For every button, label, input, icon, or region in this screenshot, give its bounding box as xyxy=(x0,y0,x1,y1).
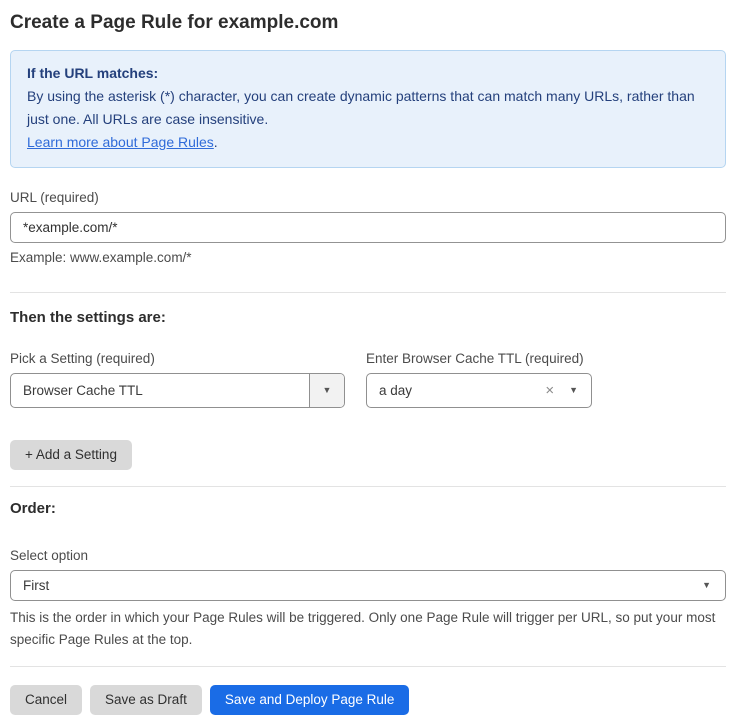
order-helper-text: This is the order in which your Page Rul… xyxy=(10,607,726,651)
url-input[interactable] xyxy=(10,212,726,243)
order-select-label: Select option xyxy=(10,548,726,563)
save-as-draft-button[interactable]: Save as Draft xyxy=(90,685,202,715)
cancel-button[interactable]: Cancel xyxy=(10,685,82,715)
ttl-label: Enter Browser Cache TTL (required) xyxy=(366,351,592,366)
pick-setting-value: Browser Cache TTL xyxy=(11,383,309,398)
order-select[interactable]: First ▼ xyxy=(10,570,726,601)
chevron-down-icon: ▼ xyxy=(702,581,711,590)
pick-setting-caret-segment[interactable]: ▼ xyxy=(309,374,344,407)
url-example-helper: Example: www.example.com/* xyxy=(10,250,726,265)
page-title: Create a Page Rule for example.com xyxy=(10,0,726,34)
chevron-down-icon[interactable]: ▼ xyxy=(569,386,578,395)
learn-more-link[interactable]: Learn more about Page Rules xyxy=(27,134,214,150)
add-setting-button[interactable]: + Add a Setting xyxy=(10,440,132,470)
order-select-value: First xyxy=(11,578,702,593)
page-rule-form: Create a Page Rule for example.com If th… xyxy=(0,0,736,715)
url-field-label: URL (required) xyxy=(10,190,726,205)
pick-setting-label: Pick a Setting (required) xyxy=(10,351,345,366)
settings-row: Pick a Setting (required) Browser Cache … xyxy=(10,351,726,408)
pick-setting-select[interactable]: Browser Cache TTL ▼ xyxy=(10,373,345,408)
info-box-heading: If the URL matches: xyxy=(27,62,709,85)
settings-heading: Then the settings are: xyxy=(10,309,726,326)
chevron-down-icon: ▼ xyxy=(323,386,332,395)
order-heading: Order: xyxy=(10,500,726,517)
divider-footer xyxy=(10,666,726,667)
pick-setting-column: Pick a Setting (required) Browser Cache … xyxy=(10,351,345,408)
url-matches-info-box: If the URL matches: By using the asteris… xyxy=(10,50,726,168)
link-period: . xyxy=(214,134,218,150)
divider-after-settings xyxy=(10,486,726,487)
divider-after-url xyxy=(10,292,726,293)
ttl-column: Enter Browser Cache TTL (required) a day… xyxy=(366,351,592,408)
save-and-deploy-button[interactable]: Save and Deploy Page Rule xyxy=(210,685,410,715)
ttl-value: a day xyxy=(367,383,545,398)
info-box-body: By using the asterisk (*) character, you… xyxy=(27,85,709,131)
info-box-link-line: Learn more about Page Rules. xyxy=(27,131,709,154)
clear-icon[interactable]: × xyxy=(545,382,554,399)
footer-buttons: Cancel Save as Draft Save and Deploy Pag… xyxy=(10,685,726,715)
ttl-select[interactable]: a day × ▼ xyxy=(366,373,592,408)
